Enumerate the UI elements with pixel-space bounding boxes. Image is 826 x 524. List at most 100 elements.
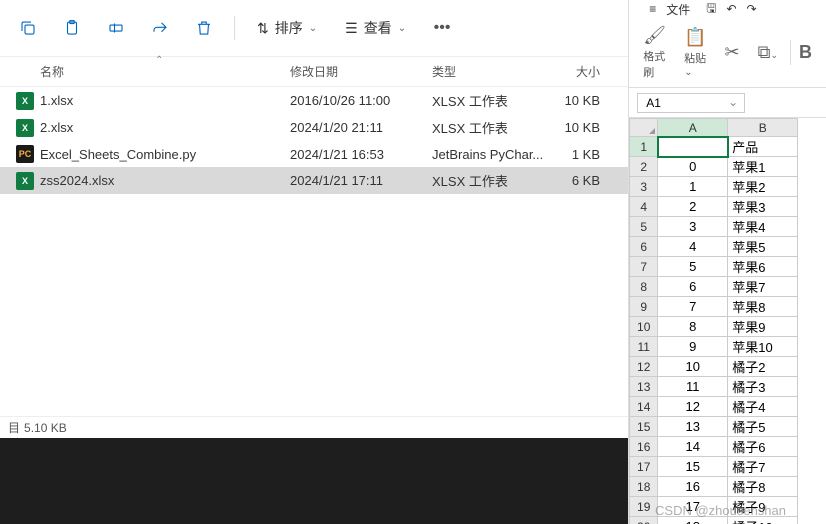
column-header[interactable]: A [658, 119, 728, 137]
row-header[interactable]: 16 [630, 437, 658, 457]
copy-button[interactable]: ⧉⌄ [752, 40, 784, 65]
cell[interactable]: 苹果9 [728, 317, 798, 337]
cut-button[interactable]: ✂ [719, 40, 746, 65]
row-header[interactable]: 18 [630, 477, 658, 497]
python-file-icon: PC [16, 145, 34, 163]
sort-icon: ⇅ [257, 20, 269, 37]
row-header[interactable]: 11 [630, 337, 658, 357]
cell[interactable] [658, 137, 728, 157]
format-painter-button[interactable]: 🖌 格式刷 [637, 23, 672, 82]
header-type[interactable]: 类型 [432, 63, 550, 80]
cell[interactable]: 橘子6 [728, 437, 798, 457]
cell[interactable]: 13 [658, 417, 728, 437]
cell[interactable]: 11 [658, 377, 728, 397]
paste-icon[interactable] [54, 10, 90, 46]
row-header[interactable]: 2 [630, 157, 658, 177]
view-label: 查看 [364, 18, 392, 38]
cell[interactable]: 苹果6 [728, 257, 798, 277]
row-header[interactable]: 7 [630, 257, 658, 277]
cell[interactable]: 1 [658, 177, 728, 197]
row-header[interactable]: 8 [630, 277, 658, 297]
paste-button[interactable]: 📋 粘贴⌄ [678, 25, 712, 80]
cell[interactable]: 苹果7 [728, 277, 798, 297]
sort-label: 排序 [275, 18, 303, 38]
cell[interactable]: 苹果10 [728, 337, 798, 357]
cell[interactable]: 橘子2 [728, 357, 798, 377]
cell[interactable]: 6 [658, 277, 728, 297]
row-header[interactable]: 3 [630, 177, 658, 197]
header-name[interactable]: 名称 [40, 63, 290, 80]
cell[interactable]: 9 [658, 337, 728, 357]
row-header[interactable]: 6 [630, 237, 658, 257]
cell[interactable]: 产品 [728, 137, 798, 157]
cell[interactable]: 苹果2 [728, 177, 798, 197]
cell[interactable]: 苹果1 [728, 157, 798, 177]
file-row[interactable]: X1.xlsx2016/10/26 11:00XLSX 工作表10 KB [0, 87, 628, 114]
header-date[interactable]: 修改日期 [290, 63, 432, 80]
chevron-down-icon: ⌄ [309, 23, 317, 34]
file-type: JetBrains PyChar... [432, 147, 550, 162]
cell[interactable]: 橘子5 [728, 417, 798, 437]
name-box[interactable]: A1 [637, 93, 745, 113]
cell[interactable]: 5 [658, 257, 728, 277]
cell[interactable]: 15 [658, 457, 728, 477]
file-size: 10 KB [550, 120, 620, 135]
view-dropdown[interactable]: ☰ 查看 ⌄ [335, 10, 416, 46]
row-header[interactable]: 17 [630, 457, 658, 477]
spreadsheet[interactable]: AB1产品20苹果131苹果242苹果353苹果464苹果575苹果686苹果7… [629, 118, 826, 524]
row-header[interactable]: 9 [630, 297, 658, 317]
row-header[interactable]: 5 [630, 217, 658, 237]
share-icon[interactable] [142, 10, 178, 46]
row-header[interactable]: 20 [630, 517, 658, 524]
row-header[interactable]: 1 [630, 137, 658, 157]
cell[interactable]: 12 [658, 397, 728, 417]
save-icon[interactable]: 🖫 [706, 0, 716, 20]
cell[interactable]: 橘子7 [728, 457, 798, 477]
cell[interactable]: 4 [658, 237, 728, 257]
row-header[interactable]: 12 [630, 357, 658, 377]
cell[interactable]: 14 [658, 437, 728, 457]
cell[interactable]: 8 [658, 317, 728, 337]
column-header[interactable]: B [728, 119, 798, 137]
file-name: zss2024.xlsx [40, 173, 290, 188]
rename-icon[interactable] [98, 10, 134, 46]
more-icon[interactable]: ••• [424, 10, 460, 46]
excel-file-icon: X [16, 92, 34, 110]
cell[interactable]: 0 [658, 157, 728, 177]
copy-icon[interactable] [10, 10, 46, 46]
row-header[interactable]: 13 [630, 377, 658, 397]
file-row[interactable]: X2.xlsx2024/1/20 21:11XLSX 工作表10 KB [0, 114, 628, 141]
file-date: 2024/1/21 17:11 [290, 173, 432, 188]
cell[interactable]: 7 [658, 297, 728, 317]
cell[interactable]: 苹果3 [728, 197, 798, 217]
cell[interactable]: 16 [658, 477, 728, 497]
undo-icon[interactable]: ↶ [726, 2, 736, 16]
menu-toggle-icon[interactable]: ≡ [649, 2, 656, 16]
separator [234, 16, 235, 40]
cell[interactable]: 橘子3 [728, 377, 798, 397]
row-header[interactable]: 4 [630, 197, 658, 217]
file-row[interactable]: Xzss2024.xlsx2024/1/21 17:11XLSX 工作表6 KB [0, 167, 628, 194]
select-all-corner[interactable] [630, 119, 658, 137]
file-list: X1.xlsx2016/10/26 11:00XLSX 工作表10 KBX2.x… [0, 87, 628, 416]
file-row[interactable]: PCExcel_Sheets_Combine.py2024/1/21 16:53… [0, 141, 628, 167]
file-menu[interactable]: 文件 [666, 1, 690, 18]
cell[interactable]: 苹果5 [728, 237, 798, 257]
cell[interactable]: 橘子8 [728, 477, 798, 497]
row-header[interactable]: 19 [630, 497, 658, 517]
redo-icon[interactable]: ↷ [747, 2, 757, 16]
file-type: XLSX 工作表 [432, 91, 550, 110]
cell[interactable]: 苹果4 [728, 217, 798, 237]
sort-dropdown[interactable]: ⇅ 排序 ⌄ [247, 10, 327, 46]
cell[interactable]: 2 [658, 197, 728, 217]
row-header[interactable]: 15 [630, 417, 658, 437]
row-header[interactable]: 10 [630, 317, 658, 337]
delete-icon[interactable] [186, 10, 222, 46]
cell[interactable]: 3 [658, 217, 728, 237]
header-size[interactable]: 大小 [550, 63, 620, 80]
row-header[interactable]: 14 [630, 397, 658, 417]
cell[interactable]: 橘子4 [728, 397, 798, 417]
more-ribbon[interactable]: B [790, 40, 818, 65]
cell[interactable]: 苹果8 [728, 297, 798, 317]
cell[interactable]: 10 [658, 357, 728, 377]
